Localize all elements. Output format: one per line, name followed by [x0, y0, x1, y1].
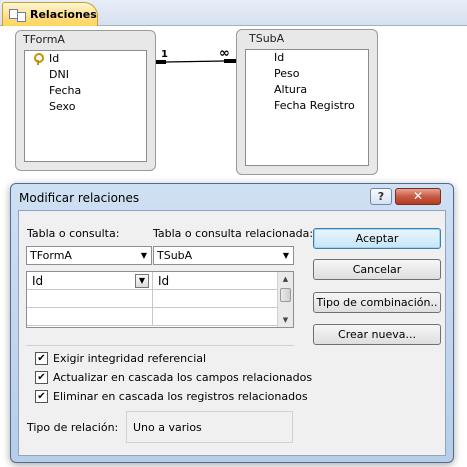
dialog-body: Tabla o consulta: Tabla o consulta relac…: [18, 210, 446, 456]
left-field-cell[interactable]: [27, 290, 153, 308]
relation-type-label: Tipo de relación:: [27, 421, 119, 434]
checkbox-label: Exigir integridad referencial: [53, 351, 207, 365]
field-label: DNI: [49, 68, 69, 81]
field-item[interactable]: Sexo: [25, 99, 146, 115]
chevron-down-icon[interactable]: ▼: [135, 274, 149, 288]
field-item[interactable]: Id: [25, 51, 146, 67]
relation-type-value: Uno a varios: [133, 421, 202, 434]
related-table-label: Tabla o consulta relacionada:: [153, 227, 314, 240]
field-label: Id: [49, 52, 60, 65]
checkbox[interactable]: ✔: [35, 370, 48, 384]
related-table-select-value: TSubA: [157, 249, 193, 262]
field-item[interactable]: Fecha: [25, 83, 146, 99]
field-item[interactable]: Id: [246, 50, 368, 66]
cancel-button[interactable]: Cancelar: [313, 259, 441, 280]
document-tab-strip: Relaciones: [0, 0, 467, 26]
left-field-cell[interactable]: [27, 308, 153, 326]
table-select[interactable]: TFormA ▼: [26, 246, 152, 265]
field-label: Peso: [274, 67, 300, 80]
cell-value: Id: [32, 274, 44, 288]
field-label: Fecha Registro: [274, 99, 355, 112]
scroll-up-icon[interactable]: ▲: [278, 272, 293, 286]
create-new-button[interactable]: Crear nueva...: [313, 324, 441, 345]
field-label: Sexo: [49, 100, 76, 113]
checkbox[interactable]: ✔: [35, 389, 48, 403]
checkbox[interactable]: ✔: [35, 351, 48, 365]
grid-scrollbar[interactable]: ▲ ▼: [277, 272, 293, 327]
field-label: Altura: [274, 83, 308, 96]
checkbox-label: Actualizar en cascada los campos relacio…: [53, 370, 313, 384]
table-label: Tabla o consulta:: [27, 227, 120, 240]
many-side-label: ∞: [219, 46, 230, 61]
table-select-value: TFormA: [30, 249, 72, 262]
table-title: TFormA: [23, 33, 65, 46]
right-field-cell[interactable]: [153, 290, 278, 308]
dialog-title: Modificar relaciones: [19, 191, 140, 205]
field-label: Id: [274, 51, 285, 64]
checkbox-label: Eliminar en cascada los registros relaci…: [53, 389, 308, 403]
relation-type-value-box: Uno a varios: [126, 411, 293, 443]
tab-label: Relaciones: [30, 8, 97, 21]
close-icon: ✕: [412, 189, 424, 203]
integrity-options: ✔ Exigir integridad referencial ✔ Actual…: [26, 345, 312, 407]
chevron-down-icon[interactable]: ▼: [279, 247, 293, 264]
one-side-label: 1: [161, 49, 168, 60]
cell-value: Id: [158, 274, 170, 288]
field-list[interactable]: Id DNI Fecha Sexo: [24, 50, 147, 162]
field-item[interactable]: DNI: [25, 67, 146, 83]
field-item[interactable]: Peso: [246, 66, 368, 82]
right-field-cell[interactable]: [153, 308, 278, 326]
edit-relationships-dialog: Modificar relaciones ? ✕ Tabla o consult…: [10, 183, 454, 463]
field-mapping-grid[interactable]: Id ▼ Id ▲ ▼: [26, 271, 294, 328]
table-window-tsuba[interactable]: TSubA Id Peso Altura Fecha Registro: [236, 29, 378, 175]
scroll-down-icon[interactable]: ▼: [278, 313, 293, 327]
help-button[interactable]: ?: [370, 188, 392, 205]
enforce-integrity-option[interactable]: ✔ Exigir integridad referencial: [35, 350, 206, 366]
help-icon: ?: [377, 190, 385, 203]
relationships-icon: [9, 8, 26, 22]
join-type-button[interactable]: Tipo de combinación..: [313, 292, 441, 313]
table-window-tformа[interactable]: TFormA Id DNI Fecha Sexo: [15, 30, 156, 171]
accept-button[interactable]: Aceptar: [313, 228, 441, 249]
scroll-thumb[interactable]: [280, 288, 291, 302]
primary-key-icon: [33, 53, 44, 65]
tab-relaciones[interactable]: Relaciones: [2, 2, 98, 26]
chevron-down-icon[interactable]: ▼: [137, 247, 151, 264]
field-item[interactable]: Fecha Registro: [246, 98, 368, 114]
field-list[interactable]: Id Peso Altura Fecha Registro: [245, 49, 369, 166]
table-title: TSubA: [249, 32, 285, 45]
field-item[interactable]: Altura: [246, 82, 368, 98]
cascade-update-option[interactable]: ✔ Actualizar en cascada los campos relac…: [35, 369, 312, 385]
field-label: Fecha: [49, 84, 82, 97]
close-button[interactable]: ✕: [395, 188, 441, 205]
related-table-select[interactable]: TSubA ▼: [153, 246, 294, 265]
right-field-cell[interactable]: Id: [153, 272, 278, 290]
cascade-delete-option[interactable]: ✔ Eliminar en cascada los registros rela…: [35, 388, 308, 404]
